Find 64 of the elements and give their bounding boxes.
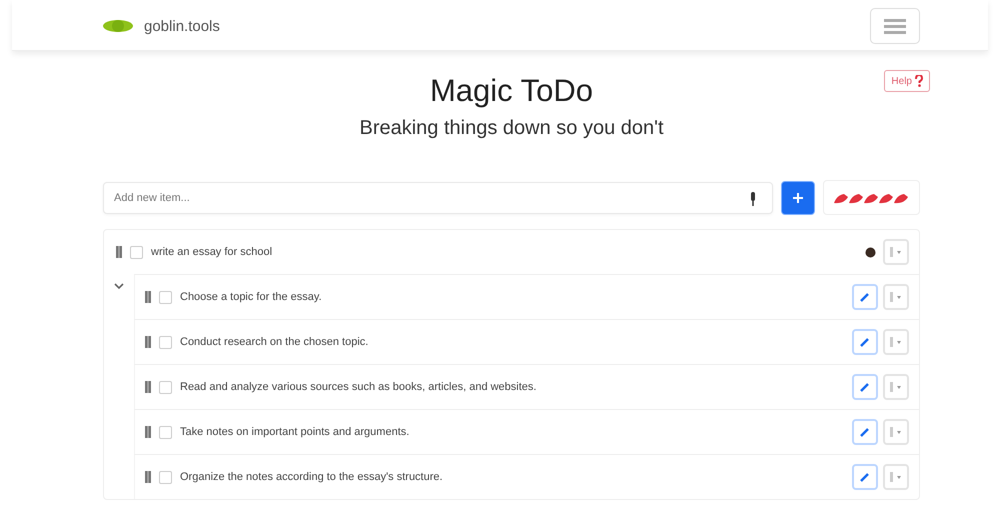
subtask-row[interactable]: Choose a topic for the essay. bbox=[134, 274, 919, 319]
chili-pepper-icon bbox=[864, 191, 879, 204]
magic-wand-button[interactable] bbox=[852, 329, 878, 355]
actions-dropdown-button[interactable] bbox=[883, 464, 909, 490]
actions-dropdown-button[interactable] bbox=[883, 419, 909, 445]
page-subtitle: Breaking things down so you don't bbox=[358, 117, 664, 140]
chevron-icon[interactable] bbox=[114, 282, 124, 290]
brand-name[interactable]: goblin.tools bbox=[144, 18, 220, 34]
magic-wand-icon bbox=[860, 337, 870, 347]
subtask-row[interactable]: Read and analyze various sources such as books, articles, and websites. bbox=[134, 364, 919, 409]
checkbox[interactable] bbox=[130, 246, 143, 258]
subtask-row[interactable]: Organize the notes according to the essay's structure. bbox=[134, 454, 919, 499]
chili-pepper-icon bbox=[849, 191, 864, 204]
caret-icon bbox=[890, 337, 902, 347]
task-text[interactable]: Take notes on important points and arguments. bbox=[180, 426, 844, 438]
actions-dropdown-button[interactable] bbox=[883, 329, 909, 355]
magic-wand-button[interactable] bbox=[852, 464, 878, 490]
add-button[interactable] bbox=[781, 180, 815, 214]
question-mark-icon bbox=[915, 75, 923, 87]
drag-handle-icon[interactable] bbox=[145, 291, 151, 303]
subtask-row[interactable]: Take notes on important points and arguments. bbox=[134, 409, 919, 454]
magic-wand-icon bbox=[860, 382, 870, 392]
caret-icon bbox=[890, 382, 902, 392]
microphone-icon[interactable] bbox=[749, 192, 757, 206]
checkbox[interactable] bbox=[159, 380, 172, 394]
magic-wand-button[interactable] bbox=[852, 284, 878, 310]
checkbox[interactable] bbox=[159, 336, 172, 348]
drag-handle-icon[interactable] bbox=[145, 426, 151, 438]
actions-dropdown-button[interactable] bbox=[883, 239, 909, 265]
drag-handle-icon[interactable] bbox=[145, 381, 151, 393]
magic-wand-icon bbox=[860, 427, 870, 437]
actions-dropdown-button[interactable] bbox=[883, 284, 909, 310]
menu-button[interactable] bbox=[870, 8, 920, 44]
drag-handle-icon[interactable] bbox=[116, 246, 122, 258]
magic-wand-button[interactable] bbox=[852, 419, 878, 445]
magic-wand-icon bbox=[860, 292, 870, 302]
goblin-logo-icon[interactable] bbox=[102, 17, 134, 35]
spiciness-selector[interactable] bbox=[823, 180, 920, 215]
task-text[interactable]: Choose a topic for the essay. bbox=[180, 291, 844, 303]
caret-icon bbox=[890, 292, 902, 302]
actions-dropdown-button[interactable] bbox=[883, 374, 909, 400]
checkbox[interactable] bbox=[159, 426, 172, 438]
chili-pepper-icon bbox=[879, 191, 894, 204]
task-text[interactable]: Organize the notes according to the essay's structure. bbox=[180, 471, 844, 483]
task-text[interactable]: Conduct research on the chosen topic. bbox=[180, 336, 844, 348]
drag-handle-icon[interactable] bbox=[145, 336, 151, 348]
chili-pepper-icon bbox=[834, 191, 849, 204]
chili-pepper-icon bbox=[894, 191, 909, 204]
task-text[interactable]: Read and analyze various sources such as books, articles, and websites. bbox=[180, 381, 844, 393]
caret-icon bbox=[890, 247, 902, 257]
page-title: Magic ToDo bbox=[430, 73, 594, 109]
drag-handle-icon[interactable] bbox=[145, 471, 151, 483]
menu-icon bbox=[884, 18, 906, 34]
checkbox[interactable] bbox=[159, 290, 172, 304]
magic-wand-icon bbox=[860, 472, 870, 482]
task-text[interactable]: write an essay for school bbox=[151, 246, 857, 258]
magic-wand-button[interactable] bbox=[852, 374, 878, 400]
plus-icon bbox=[793, 192, 803, 202]
new-item-field[interactable]: Add new item... bbox=[103, 182, 773, 214]
caret-icon bbox=[890, 427, 902, 437]
subtask-row[interactable]: Conduct research on the chosen topic. bbox=[134, 319, 919, 364]
caret-icon bbox=[890, 472, 902, 482]
task-row[interactable]: write an essay for school bbox=[104, 230, 919, 274]
checkbox[interactable] bbox=[159, 470, 172, 484]
